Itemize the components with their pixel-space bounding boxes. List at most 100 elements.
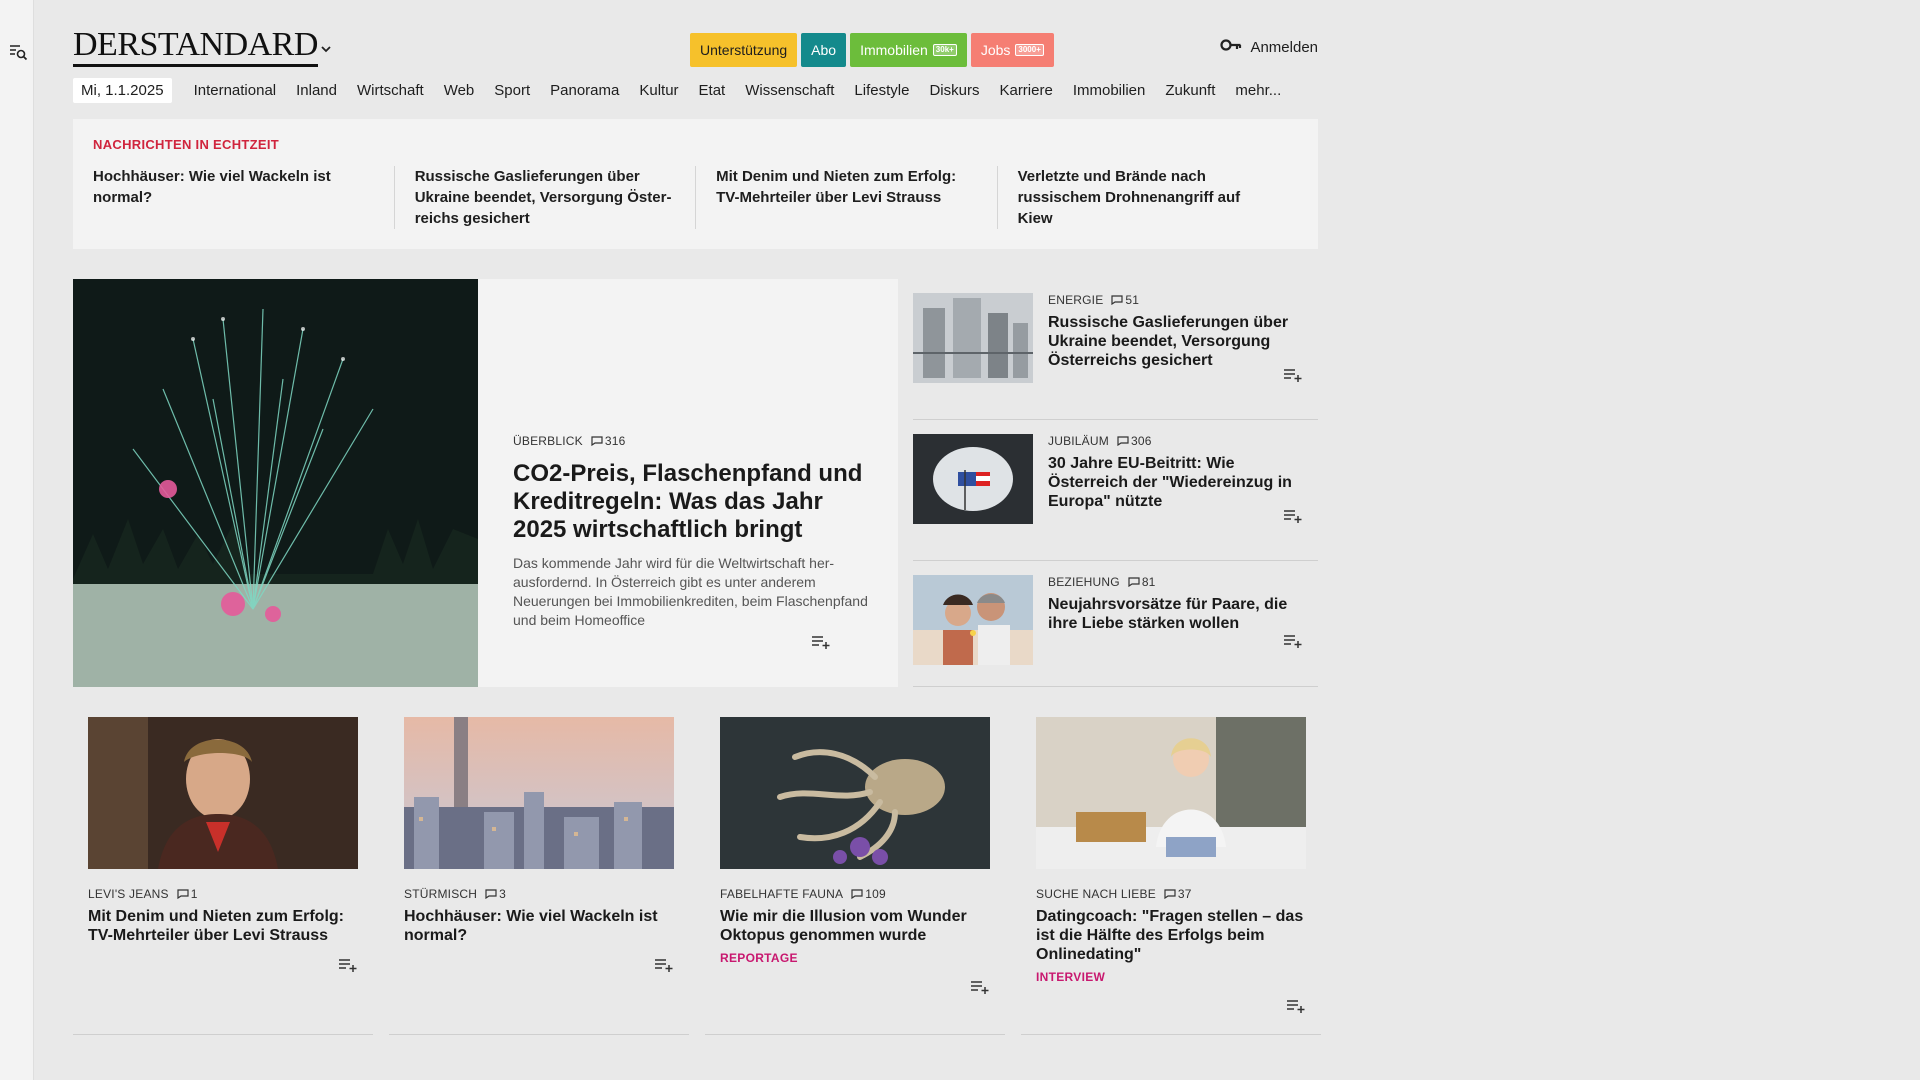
ticker-list: Hochhäuser: Wie viel Wackeln ist normal?… (93, 166, 1298, 229)
side-title[interactable]: Neujahrsvorsätze für Paare, die ihre Lie… (1048, 595, 1313, 633)
nav-item-karriere[interactable]: Karriere (989, 82, 1062, 99)
comment-icon (1111, 295, 1124, 305)
header: DERSTANDARD Unterstützung Abo Immobilien… (73, 0, 1318, 75)
logo[interactable]: DERSTANDARD (73, 28, 318, 67)
login-button[interactable]: Anmelden (1220, 38, 1318, 56)
add-to-list-icon[interactable] (1286, 998, 1306, 1014)
comment-count[interactable]: 316 (591, 434, 626, 448)
comment-icon (485, 889, 497, 899)
article-card[interactable]: FABELHAFTE FAUNA 109 Wie mir die Illusio… (705, 717, 1005, 1035)
hero-kicker-label: ÜBERBLICK (513, 434, 583, 448)
comment-icon (851, 889, 863, 899)
card-kicker: FABELHAFTE FAUNA 109 (720, 887, 990, 901)
comment-count-value: 51 (1125, 293, 1140, 307)
nav-item-panorama[interactable]: Panorama (540, 82, 629, 99)
side-article[interactable]: ENERGIE 51 Russische Gaslieferungen über… (913, 279, 1318, 420)
comment-count-value: 1 (190, 887, 198, 901)
live-ticker: NACHRICHTEN IN ECHTZEIT Hochhäuser: Wie … (73, 119, 1318, 249)
menu-search-icon[interactable] (8, 42, 28, 62)
add-to-list-icon[interactable] (338, 957, 358, 973)
nav-item-lifestyle[interactable]: Lifestyle (844, 82, 919, 99)
login-label: Anmelden (1250, 38, 1318, 56)
side-image-eu-flag (913, 434, 1033, 524)
comment-icon (591, 436, 603, 446)
comment-count[interactable]: 3 (485, 887, 506, 901)
card-kicker-label: STÜRMISCH (404, 887, 478, 901)
nav-item-web[interactable]: Web (434, 82, 485, 99)
add-to-list-icon[interactable] (1283, 633, 1303, 649)
add-to-list-icon[interactable] (1283, 367, 1303, 383)
nav-item-diskurs[interactable]: Diskurs (919, 82, 989, 99)
chevron-down-icon[interactable] (319, 42, 333, 56)
comment-icon (1128, 577, 1140, 587)
card-image-dating-coach (1036, 717, 1306, 869)
article-card[interactable]: STÜRMISCH 3 Hochhäuser: Wie viel Wackeln… (389, 717, 689, 1035)
comment-count[interactable]: 109 (851, 887, 886, 901)
side-kicker: ENERGIE 51 (1048, 293, 1313, 307)
card-kicker-label: SUCHE NACH LIEBE (1036, 887, 1156, 901)
side-title[interactable]: 30 Jahre EU-Beitritt: Wie Österreich der… (1048, 454, 1313, 511)
card-title[interactable]: Hochhäuser: Wie viel Wackeln ist normal? (404, 907, 674, 945)
nav-item-inland[interactable]: Inland (286, 82, 347, 99)
add-to-list-icon[interactable] (1283, 508, 1303, 524)
nav-item-zukunft[interactable]: Zukunft (1155, 82, 1225, 99)
category-tag: REPORTAGE (720, 951, 798, 965)
left-rail (0, 0, 34, 1080)
card-title[interactable]: Mit Denim und Nieten zum Erfolg: TV-Mehr… (88, 907, 358, 945)
comment-count[interactable]: 81 (1128, 575, 1156, 589)
comment-icon (1164, 889, 1176, 899)
nav-item-etat[interactable]: Etat (689, 82, 736, 99)
article-card[interactable]: LEVI'S JEANS 1 Mit Denim und Nieten zum … (73, 717, 373, 1035)
hero-title[interactable]: CO2-Preis, Flaschenpfand und Kreditregel… (513, 460, 868, 544)
immobilien-badge: 30k+ (932, 44, 957, 56)
nav-item-more[interactable]: mehr... (1225, 82, 1291, 99)
card-kicker-label: LEVI'S JEANS (88, 887, 169, 901)
nav-item-kultur[interactable]: Kultur (629, 82, 688, 99)
jobs-button[interactable]: Jobs 3000+ (970, 33, 1054, 67)
side-title[interactable]: Russische Gaslieferungen über Ukraine be… (1048, 313, 1313, 370)
nav-item-sport[interactable]: Sport (484, 82, 540, 99)
side-image-gas-plant (913, 293, 1033, 383)
comment-count[interactable]: 306 (1117, 434, 1152, 448)
card-image-skyline (404, 717, 674, 869)
side-article[interactable]: JUBILÄUM 306 30 Jahre EU-Beitritt: Wie Ö… (913, 420, 1318, 561)
ticker-item[interactable]: Russische Gaslieferungen über Ukraine be… (393, 166, 695, 229)
ticker-item[interactable]: Mit Denim und Nieten zum Erfolg: TV-Mehr… (695, 166, 996, 229)
add-to-list-icon[interactable] (811, 634, 831, 650)
hero-row: ÜBERBLICK 316 CO2-Preis, Flaschenpfand u… (73, 279, 1318, 687)
add-to-list-icon[interactable] (654, 957, 674, 973)
side-kicker-label: ENERGIE (1048, 293, 1104, 307)
jobs-badge: 3000+ (1015, 44, 1044, 56)
card-kicker: SUCHE NACH LIEBE 37 (1036, 887, 1306, 901)
nav-item-immobilien[interactable]: Immobilien (1063, 82, 1156, 99)
add-to-list-icon[interactable] (970, 979, 990, 995)
nav-item-wissenschaft[interactable]: Wissenschaft (735, 82, 844, 99)
jobs-label: Jobs (980, 42, 1011, 58)
comment-count[interactable]: 51 (1111, 293, 1139, 307)
card-image-octopus (720, 717, 990, 869)
comment-count-value: 109 (865, 887, 886, 901)
ticker-item[interactable]: Verletzte und Brände nach russischem Dro… (996, 166, 1298, 229)
immobilien-button[interactable]: Immobilien 30k+ (850, 33, 967, 67)
hero-image-fireworks (73, 279, 478, 687)
article-card[interactable]: SUCHE NACH LIEBE 37 Datingcoach: "Fragen… (1021, 717, 1321, 1035)
comment-count-value: 306 (1130, 434, 1152, 448)
comment-count[interactable]: 37 (1164, 887, 1192, 901)
ticker-item[interactable]: Hochhäuser: Wie viel Wackeln ist normal? (93, 166, 394, 229)
comment-count[interactable]: 1 (177, 887, 198, 901)
comment-count-value: 316 (604, 434, 626, 448)
side-kicker: JUBILÄUM 306 (1048, 434, 1313, 448)
comment-count-value: 37 (1177, 887, 1192, 901)
comment-count-value: 81 (1141, 575, 1156, 589)
support-button[interactable]: Unterstützung (690, 33, 798, 67)
side-kicker-label: BEZIEHUNG (1048, 575, 1120, 589)
nav-item-international[interactable]: International (184, 82, 287, 99)
card-title[interactable]: Wie mir die Illusion vom Wunder Oktopus … (720, 907, 990, 945)
side-article[interactable]: BEZIEHUNG 81 Neujahrsvorsätze für Paare,… (913, 561, 1318, 687)
abo-label: Abo (811, 42, 837, 58)
abo-button[interactable]: Abo (801, 33, 847, 67)
nav-item-wirtschaft[interactable]: Wirtschaft (347, 82, 434, 99)
card-title[interactable]: Datingcoach: "Fragen stellen – das ist d… (1036, 907, 1306, 964)
hero-article[interactable]: ÜBERBLICK 316 CO2-Preis, Flaschenpfand u… (73, 279, 898, 687)
key-icon (1220, 38, 1242, 56)
